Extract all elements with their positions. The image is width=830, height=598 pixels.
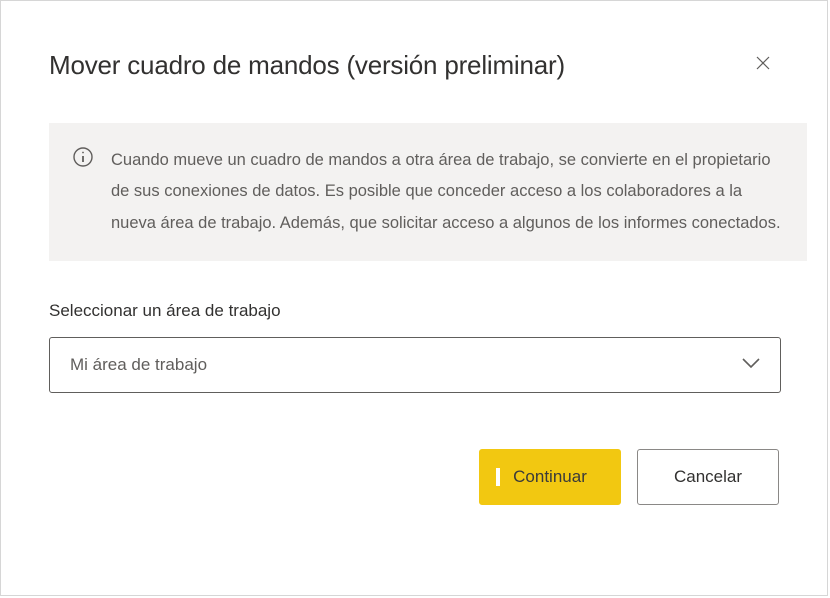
info-text: Cuando mueve un cuadro de mandos a otra … — [111, 145, 783, 239]
close-icon — [756, 56, 770, 75]
form-section: Seleccionar un área de trabajo Mi área d… — [1, 261, 827, 393]
close-button[interactable] — [747, 49, 779, 81]
workspace-selected-value: Mi área de trabajo — [70, 355, 207, 375]
info-notice: Cuando mueve un cuadro de mandos a otra … — [49, 123, 807, 261]
dialog-footer: Continuar Cancelar — [1, 393, 827, 505]
cancel-button-label: Cancelar — [674, 467, 742, 487]
continue-button-label: Continuar — [513, 467, 587, 487]
info-icon — [73, 147, 93, 167]
workspace-select-wrapper: Mi área de trabajo — [49, 337, 781, 393]
move-dashboard-dialog: Mover cuadro de mandos (versión prelimin… — [0, 0, 828, 596]
workspace-label: Seleccionar un área de trabajo — [49, 301, 779, 321]
cancel-button[interactable]: Cancelar — [637, 449, 779, 505]
workspace-select[interactable]: Mi área de trabajo — [49, 337, 781, 393]
dialog-title: Mover cuadro de mandos (versión prelimin… — [49, 50, 565, 81]
dialog-header: Mover cuadro de mandos (versión prelimin… — [1, 1, 827, 81]
continue-button[interactable]: Continuar — [479, 449, 621, 505]
